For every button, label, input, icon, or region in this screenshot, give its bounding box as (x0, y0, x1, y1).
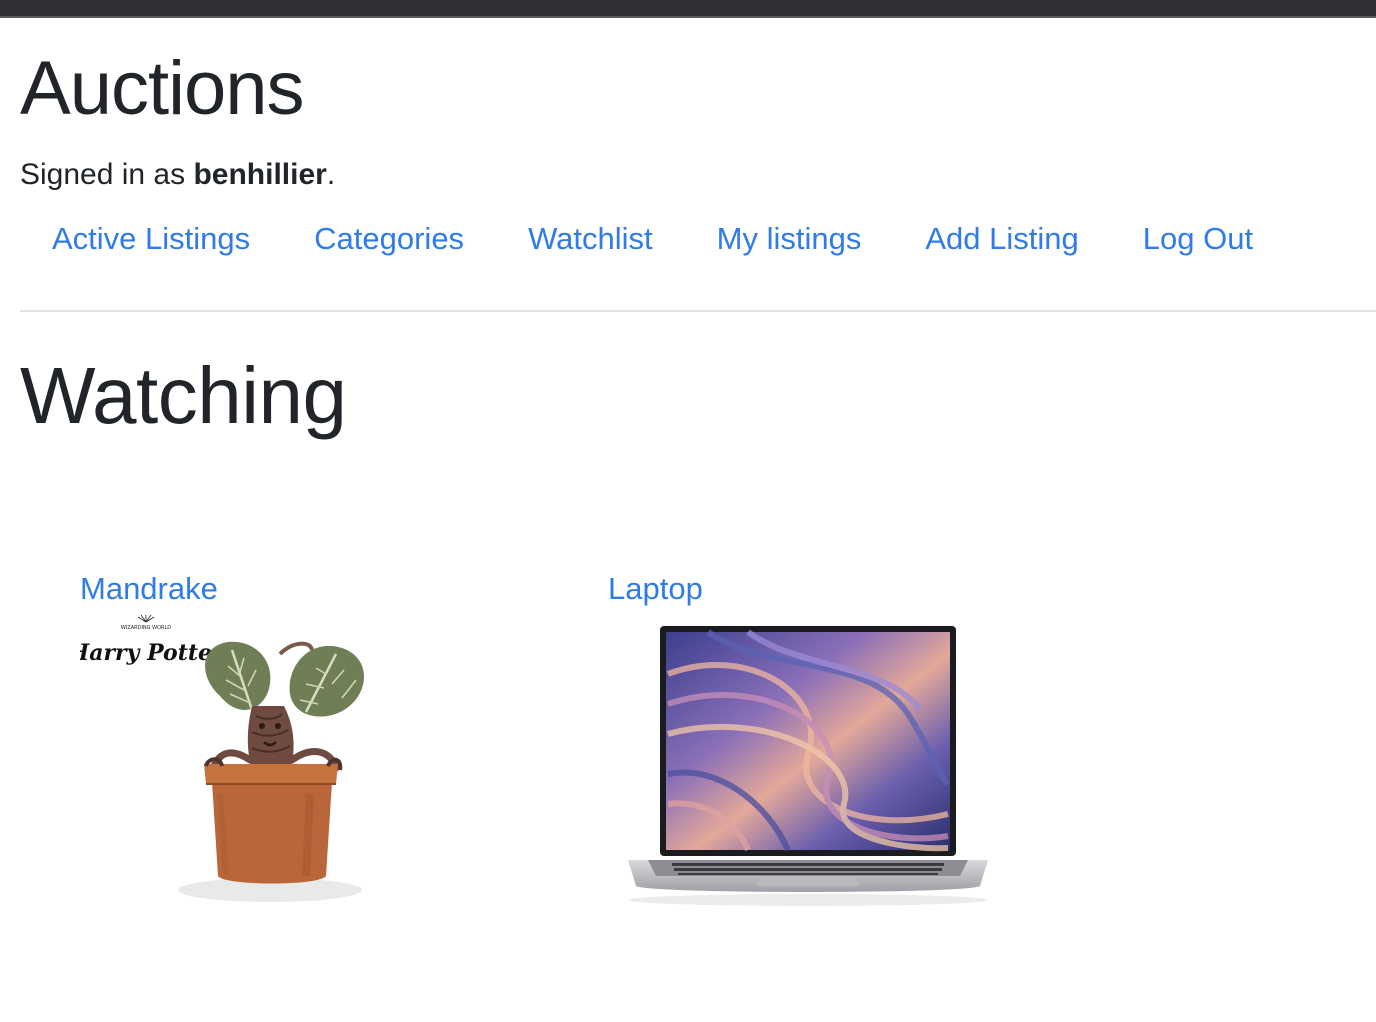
nav-link-watchlist[interactable]: Watchlist (528, 221, 653, 256)
nav-link-add-listing[interactable]: Add Listing (925, 221, 1078, 256)
nav-item-watchlist: Watchlist (496, 218, 685, 260)
signed-in-prefix: Signed in as (20, 158, 194, 191)
main-nav: Active Listings Categories Watchlist My … (20, 218, 1285, 260)
nav-item-active-listings: Active Listings (20, 218, 282, 260)
listing-title-link[interactable]: Mandrake (80, 568, 380, 610)
harry-potter-logo: WIZARDING WORLD Harry Potter (80, 614, 225, 666)
signed-in-suffix: . (326, 158, 336, 191)
nav-link-active-listings[interactable]: Active Listings (52, 221, 250, 256)
listing-card-mandrake: Mandrake WIZARDING WORLD Harry Potter (80, 568, 380, 914)
browser-top-bar (0, 0, 1376, 18)
nav-item-my-listings: My listings (685, 218, 894, 260)
listing-title-link[interactable]: Laptop (608, 568, 1008, 610)
header-divider (20, 310, 1376, 312)
nav-link-categories[interactable]: Categories (314, 221, 464, 256)
logo-text: Harry Potter (80, 640, 225, 666)
signed-in-status: Signed in as benhillier. (20, 156, 335, 194)
laptop-image[interactable] (608, 614, 1008, 914)
mandrake-plant-image[interactable]: WIZARDING WORLD Harry Potter (80, 614, 380, 914)
site-title: Auctions (20, 46, 304, 131)
nav-item-add-listing: Add Listing (893, 218, 1110, 260)
listing-card-laptop: Laptop (608, 568, 1008, 914)
username: benhillier (193, 158, 327, 191)
logo-small-text: WIZARDING WORLD (121, 625, 171, 631)
nav-item-log-out: Log Out (1111, 218, 1285, 260)
nav-link-my-listings[interactable]: My listings (717, 221, 862, 256)
nav-item-categories: Categories (282, 218, 496, 260)
watching-heading: Watching (20, 351, 347, 440)
nav-link-log-out[interactable]: Log Out (1143, 221, 1253, 256)
